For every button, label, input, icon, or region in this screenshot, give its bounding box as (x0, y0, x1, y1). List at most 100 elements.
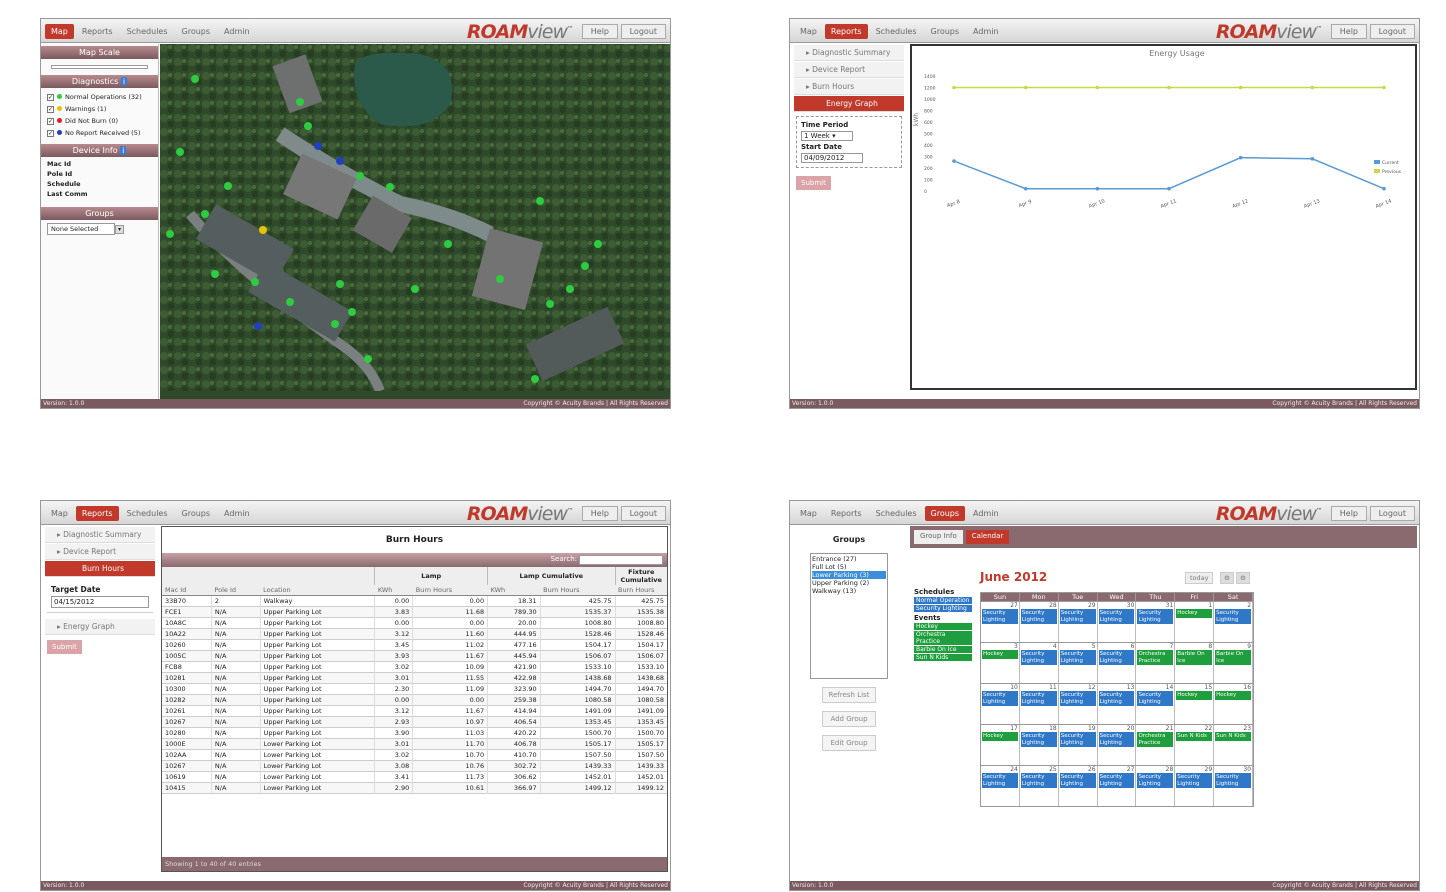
nav-tab-reports[interactable]: Reports (75, 506, 119, 521)
device-marker[interactable] (304, 122, 312, 130)
calendar-event[interactable]: Security Lighting (1137, 609, 1174, 624)
table-column-header[interactable]: Pole Id (211, 585, 261, 596)
calendar-event[interactable]: Hockey (982, 650, 1018, 659)
device-marker[interactable] (411, 285, 419, 293)
legend-event[interactable]: Barbie On Ice (914, 646, 972, 653)
calendar-event[interactable]: Security Lighting (1137, 773, 1174, 788)
calendar-event[interactable]: Security Lighting (1098, 732, 1135, 747)
legend-event[interactable]: Sun N Kids (914, 654, 972, 661)
calendar-event[interactable]: Security Lighting (1059, 691, 1096, 706)
nav-tab-map[interactable]: Map (45, 24, 74, 39)
calendar-event[interactable]: Security Lighting (1020, 609, 1057, 624)
calendar-day-cell[interactable]: 21 Orchestra Practice (1136, 725, 1176, 765)
data-point[interactable] (1023, 85, 1028, 90)
table-row[interactable]: 10260 N/A Upper Parking Lot 3.45 11.02 477.16… (162, 639, 667, 651)
diagnostics-item[interactable]: ✓ Did Not Burn (0) (47, 115, 152, 127)
sidebar-item-burn-hours[interactable]: Burn Hours (45, 561, 155, 577)
diagnostics-item[interactable]: ✓ Normal Operations (32) (47, 91, 152, 103)
nav-tab-reports[interactable]: Reports (825, 506, 868, 521)
calendar-day-cell[interactable]: 31 Security Lighting (1136, 602, 1176, 642)
nav-tab-schedules[interactable]: Schedules (121, 24, 174, 39)
groups-select[interactable]: None Selected ▾ (47, 223, 152, 235)
calendar-day-cell[interactable]: 26 Security Lighting (1059, 766, 1098, 806)
submit-button[interactable]: Submit (796, 176, 831, 190)
help-button[interactable]: Help (1330, 24, 1367, 39)
calendar-day-cell[interactable]: 25 Security Lighting (1020, 766, 1059, 806)
table-row[interactable]: 10A22 N/A Upper Parking Lot 3.12 11.60 444.95… (162, 628, 667, 640)
data-point[interactable] (952, 159, 956, 163)
device-marker[interactable] (251, 278, 259, 286)
device-marker[interactable] (546, 300, 554, 308)
device-marker[interactable] (201, 210, 209, 218)
calendar-event[interactable]: Orchestra Practice (1137, 650, 1174, 665)
calendar-day-cell[interactable]: 11 Security Lighting (1020, 684, 1059, 724)
calendar-event[interactable]: Security Lighting (982, 691, 1018, 706)
device-marker[interactable] (166, 230, 174, 238)
calendar-event[interactable]: Security Lighting (1098, 691, 1135, 706)
device-marker[interactable] (191, 75, 199, 83)
device-marker[interactable] (314, 142, 322, 150)
device-marker[interactable] (296, 98, 304, 106)
table-row[interactable]: 10300 N/A Upper Parking Lot 2.30 11.09 323.90… (162, 683, 667, 695)
legend-schedule[interactable]: Security Lighting (914, 605, 972, 612)
table-row[interactable]: 10267 N/A Upper Parking Lot 2.93 10.97 406.54… (162, 716, 667, 728)
data-point[interactable] (952, 85, 956, 90)
next-month-button[interactable]: ⚙ (1236, 572, 1250, 584)
checkbox-checked-icon[interactable]: ✓ (47, 130, 54, 137)
logout-button[interactable]: Logout (1369, 506, 1415, 521)
calendar-day-cell[interactable]: 28 Security Lighting (1020, 602, 1059, 642)
calendar-day-cell[interactable]: 28 Security Lighting (1136, 766, 1176, 806)
nav-tab-admin[interactable]: Admin (218, 506, 256, 521)
calendar-day-cell[interactable]: 9 Barbie On Ice (1214, 643, 1254, 683)
calendar-day-cell[interactable]: 18 Security Lighting (1020, 725, 1059, 765)
table-row[interactable]: 1000E N/A Lower Parking Lot 3.01 11.70 406.78… (162, 738, 667, 750)
calendar-event[interactable]: Security Lighting (1176, 773, 1213, 788)
device-marker[interactable] (286, 298, 294, 306)
calendar-event[interactable]: Security Lighting (1137, 691, 1174, 706)
calendar-event[interactable]: Security Lighting (1215, 609, 1252, 624)
calendar-event[interactable]: Security Lighting (982, 773, 1018, 788)
table-column-header[interactable]: Burn Hours (615, 585, 667, 596)
logout-button[interactable]: Logout (1369, 24, 1415, 39)
nav-tab-reports[interactable]: Reports (76, 24, 119, 39)
calendar-day-cell[interactable]: 8 Barbie On Ice (1175, 643, 1215, 683)
table-column-header[interactable]: Burn Hours (540, 585, 615, 596)
legend-event[interactable]: Orchestra Practice (914, 631, 972, 645)
table-row[interactable]: 10267 N/A Lower Parking Lot 3.08 10.76 302.72… (162, 760, 667, 772)
calendar-day-cell[interactable]: 10 Security Lighting (981, 684, 1020, 724)
data-point[interactable] (1310, 85, 1315, 90)
calendar-event[interactable]: Security Lighting (1059, 609, 1096, 624)
sidebar-item-energy-graph[interactable]: Energy Graph (794, 96, 904, 112)
data-point[interactable] (1167, 186, 1171, 191)
calendar-day-cell[interactable]: 24 Security Lighting (981, 766, 1020, 806)
calendar-day-cell[interactable]: 1 Hockey (1175, 602, 1215, 642)
device-marker[interactable] (536, 197, 544, 205)
calendar-day-cell[interactable]: 20 Security Lighting (1098, 725, 1137, 765)
target-date-input[interactable]: 04/15/2012 (51, 596, 149, 608)
nav-tab-admin[interactable]: Admin (967, 506, 1005, 521)
calendar-event[interactable]: Hockey (1215, 691, 1252, 700)
group-list-item[interactable]: Lower Parking (3) (812, 571, 886, 579)
calendar-event[interactable]: Security Lighting (1098, 650, 1135, 665)
nav-tab-schedules[interactable]: Schedules (870, 506, 923, 521)
submit-button[interactable]: Submit (47, 640, 82, 654)
device-marker[interactable] (496, 275, 504, 283)
calendar-event[interactable]: Security Lighting (1215, 773, 1252, 788)
map-canvas[interactable] (160, 44, 670, 393)
data-point[interactable] (1382, 85, 1386, 90)
tab-group-info[interactable]: Group Info (914, 530, 963, 544)
calendar-event[interactable]: Security Lighting (1059, 650, 1096, 665)
nav-tab-admin[interactable]: Admin (218, 24, 256, 39)
sidebar-item-burn-hours[interactable]: ▸ Burn Hours (794, 79, 904, 95)
group-list-item[interactable]: Entrance (27) (812, 555, 886, 563)
nav-tab-map[interactable]: Map (794, 506, 823, 521)
calendar-event[interactable]: Orchestra Practice (1137, 732, 1174, 747)
group-list-item[interactable]: Full Lot (5) (812, 563, 886, 571)
calendar-event[interactable]: Security Lighting (982, 609, 1018, 624)
calendar-day-cell[interactable]: 23 Sun N Kids (1214, 725, 1254, 765)
checkbox-checked-icon[interactable]: ✓ (47, 106, 54, 113)
calendar-day-cell[interactable]: 19 Security Lighting (1059, 725, 1098, 765)
legend-event[interactable]: Hockey (914, 623, 972, 630)
group-list-item[interactable]: Walkway (13) (812, 587, 886, 595)
satellite-map[interactable] (160, 44, 670, 399)
